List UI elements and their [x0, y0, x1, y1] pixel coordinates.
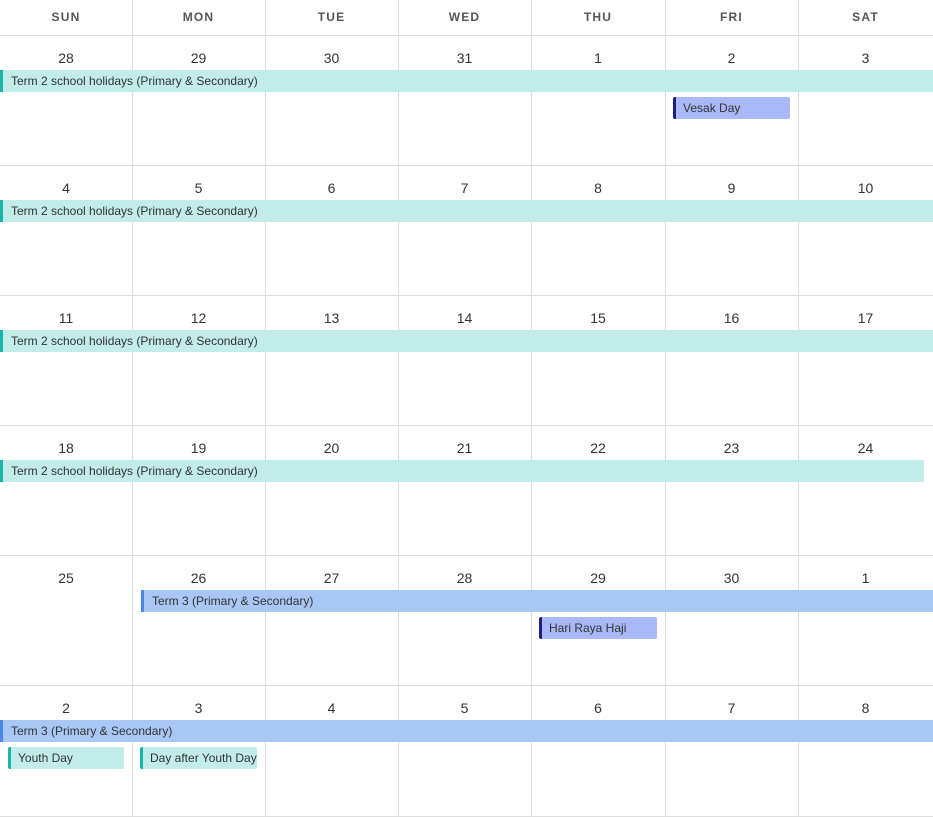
day-number[interactable]: 7	[398, 178, 531, 198]
day-number[interactable]: 2	[0, 698, 132, 718]
day-header-thu: THU	[583, 10, 613, 24]
day-number[interactable]: 8	[798, 698, 933, 718]
day-header-mon: MON	[182, 10, 215, 24]
day-number[interactable]: 29	[531, 568, 665, 588]
day-number[interactable]: 9	[665, 178, 798, 198]
day-number[interactable]: 29	[132, 48, 265, 68]
event-public[interactable]: Vesak Day	[673, 97, 790, 119]
day-number[interactable]: 5	[398, 698, 531, 718]
event-holiday[interactable]: Term 2 school holidays (Primary & Second…	[0, 200, 933, 222]
day-number[interactable]: 1	[531, 48, 665, 68]
day-number[interactable]: 28	[0, 48, 132, 68]
day-number[interactable]: 19	[132, 438, 265, 458]
day-number[interactable]: 31	[398, 48, 531, 68]
event-holiday[interactable]: Term 2 school holidays (Primary & Second…	[0, 70, 933, 92]
day-number[interactable]: 27	[265, 568, 398, 588]
day-number[interactable]: 30	[665, 568, 798, 588]
day-number[interactable]: 8	[531, 178, 665, 198]
day-number[interactable]: 4	[265, 698, 398, 718]
day-number[interactable]: 16	[665, 308, 798, 328]
day-number[interactable]: 4	[0, 178, 132, 198]
event-term[interactable]: Term 3 (Primary & Secondary)	[141, 590, 933, 612]
day-number[interactable]: 10	[798, 178, 933, 198]
day-number[interactable]: 18	[0, 438, 132, 458]
day-number[interactable]: 1	[798, 568, 933, 588]
day-number[interactable]: 14	[398, 308, 531, 328]
week-row: 4 5 6 7 8 9 10 Term 2 school holidays (Primary …	[0, 166, 933, 296]
week-row: 11 12 13 14 15 16 17 Term 2 school holidays (Pr…	[0, 296, 933, 426]
day-header-sat: SAT	[852, 10, 879, 24]
day-number[interactable]: 6	[531, 698, 665, 718]
day-number[interactable]: 28	[398, 568, 531, 588]
day-number[interactable]: 11	[0, 308, 132, 328]
day-number[interactable]: 3	[798, 48, 933, 68]
day-number[interactable]: 17	[798, 308, 933, 328]
event-holiday[interactable]: Term 2 school holidays (Primary & Second…	[0, 330, 933, 352]
day-header-wed: WED	[448, 10, 481, 24]
day-number[interactable]: 24	[798, 438, 933, 458]
day-number[interactable]: 23	[665, 438, 798, 458]
event-term[interactable]: Term 3 (Primary & Secondary)	[0, 720, 933, 742]
day-number[interactable]: 26	[132, 568, 265, 588]
event-school[interactable]: Day after Youth Day	[140, 747, 257, 769]
day-number[interactable]: 30	[265, 48, 398, 68]
event-school[interactable]: Youth Day	[8, 747, 124, 769]
day-number[interactable]: 12	[132, 308, 265, 328]
day-of-week-header: SUN MON TUE WED THU FRI SAT	[0, 0, 933, 36]
day-number[interactable]: 21	[398, 438, 531, 458]
day-number[interactable]: 22	[531, 438, 665, 458]
week-row: 28 29 30 31 1 2 3 Term 2 school holidays (Prima…	[0, 36, 933, 166]
event-public[interactable]: Hari Raya Haji	[539, 617, 657, 639]
day-number[interactable]: 13	[265, 308, 398, 328]
event-holiday[interactable]: Term 2 school holidays (Primary & Second…	[0, 460, 924, 482]
day-header-fri: FRI	[720, 10, 743, 24]
day-number[interactable]: 7	[665, 698, 798, 718]
day-number[interactable]: 3	[132, 698, 265, 718]
day-header-tue: TUE	[317, 10, 346, 24]
day-number[interactable]: 6	[265, 178, 398, 198]
day-header-sun: SUN	[51, 10, 81, 24]
day-number[interactable]: 2	[665, 48, 798, 68]
day-number[interactable]: 20	[265, 438, 398, 458]
day-number[interactable]: 25	[0, 568, 132, 588]
week-row: 2 3 4 5 6 7 8 Term 3 (Primary & Secondary) Youth…	[0, 686, 933, 817]
week-row: 25 26 27 28 29 30 1 Term 3 (Primary & Secondary…	[0, 556, 933, 686]
day-number[interactable]: 15	[531, 308, 665, 328]
week-row: 18 19 20 21 22 23 24 Term 2 school holidays (Pr…	[0, 426, 933, 556]
day-number[interactable]: 5	[132, 178, 265, 198]
